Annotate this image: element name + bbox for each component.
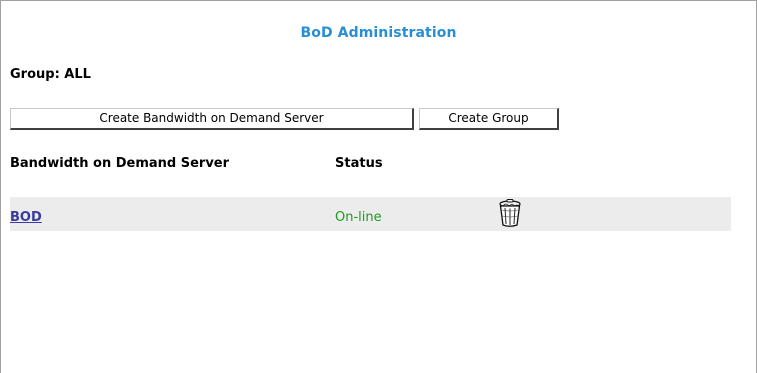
group-label: Group: ALL <box>10 67 91 82</box>
create-group-button[interactable]: Create Group <box>419 108 559 130</box>
create-bod-server-button[interactable]: Create Bandwidth on Demand Server <box>10 108 414 130</box>
trash-can-icon[interactable] <box>495 198 525 228</box>
status-online: On-line <box>335 210 382 225</box>
server-link-bod[interactable]: BOD <box>10 210 42 225</box>
page-title: BoD Administration <box>300 25 457 41</box>
admin-panel: BoD Administration Group: ALL Create Ban… <box>0 0 757 373</box>
column-header-status: Status <box>335 156 383 171</box>
column-header-server: Bandwidth on Demand Server <box>10 156 230 171</box>
